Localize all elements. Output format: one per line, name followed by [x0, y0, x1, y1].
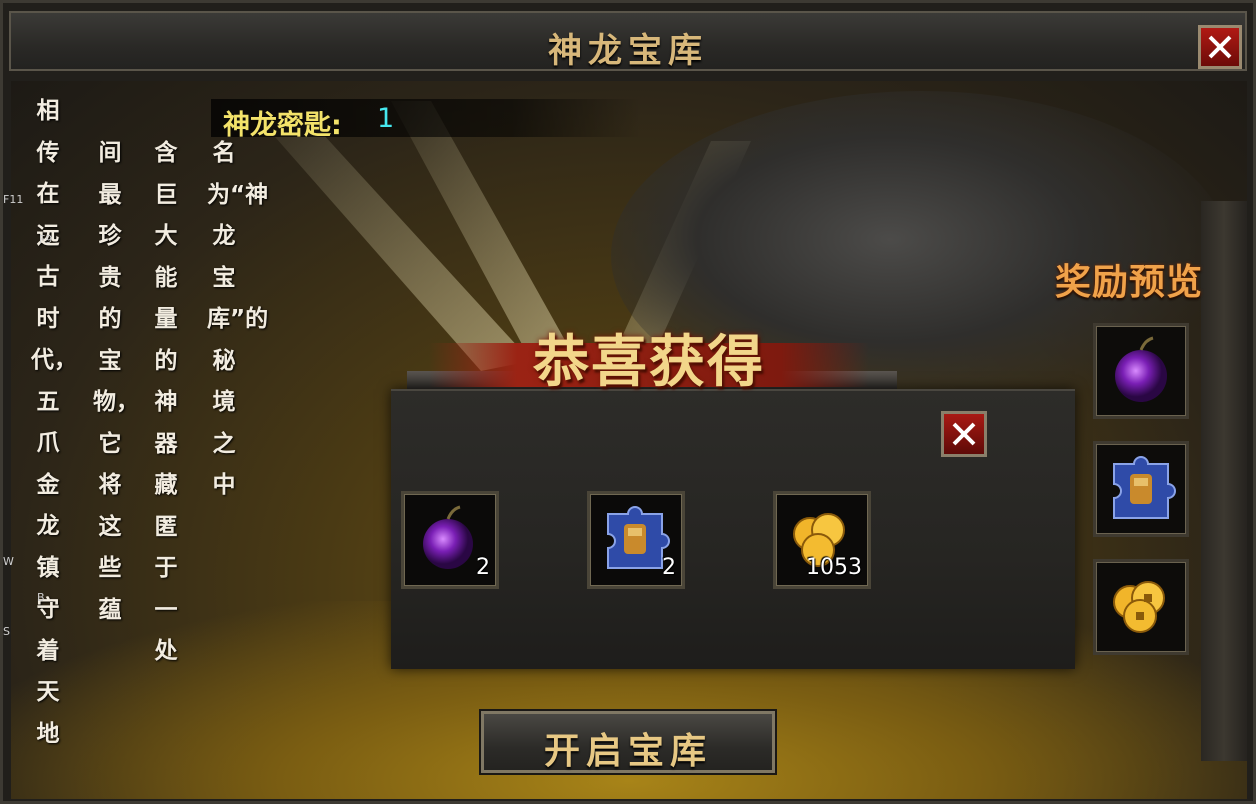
dragon-treasury-window: 相传在远古时代，五爪金龙镇守着天地 间最珍贵的宝物，它将这些蕴 含巨大能量的神器… [0, 0, 1256, 804]
congrats-banner-text: 恭喜获得 [533, 329, 765, 395]
reward-item-gold-coins[interactable]: 1053 [773, 491, 871, 589]
hotkey-s: S [3, 625, 10, 638]
armor-puzzle-icon [1113, 456, 1176, 519]
lore-column-2: 间最珍贵的宝物，它将这些蕴 [93, 140, 139, 623]
item-count: 2 [662, 555, 676, 580]
preview-slot-purple-fruit[interactable] [1093, 323, 1189, 419]
preview-slot-armor-puzzle[interactable] [1093, 441, 1189, 537]
item-count: 1053 [806, 555, 862, 580]
title-bar: 神龙宝库 [9, 11, 1247, 71]
close-icon [1208, 35, 1232, 59]
window-title: 神龙宝库 [548, 31, 708, 71]
purple-fruit-icon [1115, 336, 1167, 402]
stone-pillar [1201, 201, 1247, 761]
popup-close-button[interactable] [941, 411, 987, 457]
hotkey-f9: F9 [39, 233, 53, 246]
congrats-banner: 恭喜获得 [429, 309, 869, 399]
hotkey-w: W [3, 555, 14, 568]
dragon-key-counter: 神龙密匙: 1 [211, 99, 641, 141]
open-treasury-label: 开启宝库 [543, 731, 712, 772]
item-count: 2 [476, 555, 490, 580]
close-icon [952, 422, 976, 446]
open-treasury-button[interactable]: 开启宝库 [481, 711, 775, 773]
dragon-key-label: 神龙密匙: [223, 110, 342, 141]
lore-column-3: 含巨大能量的神器藏匿于一处 [154, 140, 178, 664]
gold-coins-icon [1113, 581, 1165, 633]
reward-item-purple-fruit[interactable]: 2 [401, 491, 499, 589]
preview-slot-gold-coins[interactable] [1093, 559, 1189, 655]
hotkey-f11: F11 [3, 193, 24, 206]
lore-column-1: 相传在远古时代，五爪金龙镇守着天地 [31, 98, 77, 747]
window-close-button[interactable] [1198, 25, 1242, 69]
reward-item-armor-puzzle[interactable]: 2 [587, 491, 685, 589]
dragon-key-value: 1 [377, 103, 395, 134]
lore-text: 相传在远古时代，五爪金龙镇守着天地 间最珍贵的宝物，它将这些蕴 含巨大能量的神器… [11, 91, 269, 747]
reward-preview-title: 奖励预览 [1055, 262, 1204, 303]
lore-column-4: 名为“神龙宝库”的秘境之中 [207, 140, 269, 498]
treasury-scene: 相传在远古时代，五爪金龙镇守着天地 间最珍贵的宝物，它将这些蕴 含巨大能量的神器… [11, 81, 1247, 799]
hotkey-b: B [37, 591, 45, 604]
